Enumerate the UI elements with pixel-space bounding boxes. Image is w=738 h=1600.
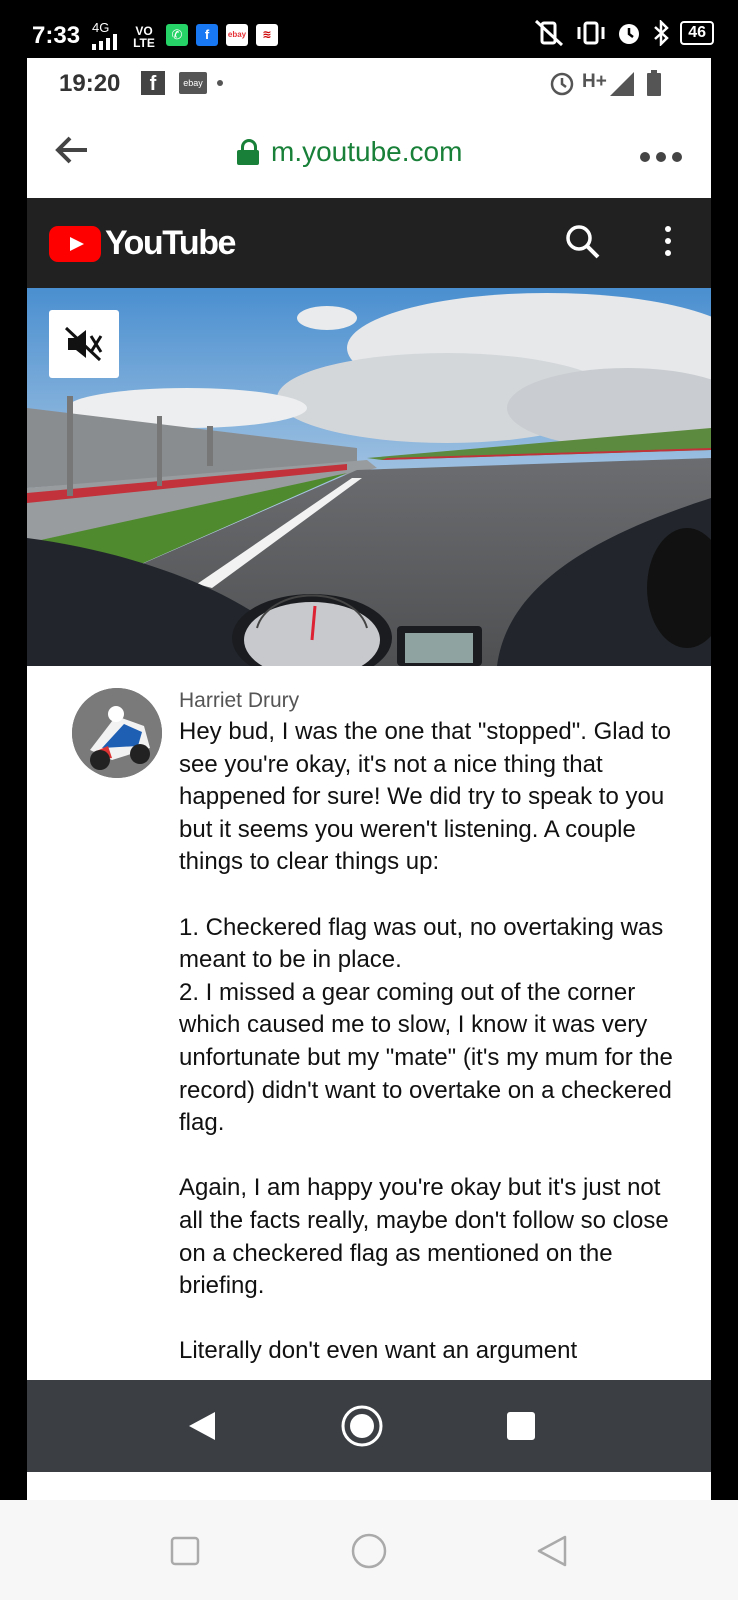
- back-arrow-icon[interactable]: [55, 134, 89, 172]
- motogp-icon: ≋: [256, 24, 278, 46]
- signal-icon: [92, 34, 117, 50]
- phone-navigation-bar: [0, 1500, 738, 1600]
- signal-icon: [610, 72, 634, 96]
- nav-home-icon[interactable]: [340, 1404, 384, 1448]
- ebay-icon: ebay: [226, 24, 248, 46]
- outer-status-time: 7:33: [32, 22, 81, 49]
- youtube-play-icon: [49, 225, 101, 262]
- inner-status-bar: 19:20 f ebay H+: [27, 58, 711, 108]
- ebay-icon: ebay: [179, 72, 207, 94]
- youtube-logo[interactable]: YouTube: [49, 224, 236, 263]
- inner-navigation-bar: [27, 1380, 711, 1472]
- inner-network-label: H+: [582, 71, 607, 92]
- address-field[interactable]: m.youtube.com: [237, 136, 462, 168]
- youtube-header: YouTube: [27, 198, 711, 288]
- browser-url-bar: m.youtube.com: [27, 108, 711, 199]
- battery-icon: 46: [680, 21, 714, 45]
- url-text: m.youtube.com: [271, 136, 463, 167]
- nav-back-icon[interactable]: [187, 1410, 217, 1442]
- vibrate-mute-icon: [535, 20, 564, 46]
- nav-recents-icon[interactable]: [506, 1411, 536, 1441]
- outer-status-bar: 7:33 4G VO LTE ✆ f ebay ≋ 46: [0, 0, 738, 58]
- more-vert-icon[interactable]: [665, 226, 671, 262]
- facebook-icon: f: [196, 24, 218, 46]
- volume-off-icon: [64, 326, 103, 362]
- notification-dot-icon: [217, 80, 223, 86]
- facebook-icon: f: [141, 71, 165, 95]
- unmute-button[interactable]: [49, 310, 119, 378]
- search-icon[interactable]: [565, 224, 601, 265]
- avatar[interactable]: [72, 688, 162, 778]
- comment-thread-item: Harriet Drury Hey bud, I was the one tha…: [27, 666, 711, 1438]
- nav-home-icon[interactable]: [350, 1532, 388, 1570]
- bluetooth-icon: [654, 20, 670, 46]
- volte-label: VO LTE: [133, 24, 155, 50]
- battery-icon: [647, 70, 661, 96]
- nav-recents-icon[interactable]: [170, 1536, 200, 1566]
- vibrate-icon: [577, 21, 605, 45]
- video-player[interactable]: [27, 288, 711, 666]
- comment-text: Hey bud, I was the one that "stopped". G…: [179, 718, 673, 1365]
- more-options-icon[interactable]: [639, 138, 683, 170]
- lock-icon: [237, 139, 259, 165]
- video-frame: [27, 288, 711, 666]
- alarm-icon: [550, 72, 574, 96]
- alarm-icon: [619, 24, 640, 44]
- outer-network-label: 4G: [92, 20, 110, 35]
- youtube-logo-text: YouTube: [105, 224, 236, 262]
- avatar-image: [72, 688, 162, 778]
- comment-author[interactable]: Harriet Drury: [179, 689, 299, 713]
- nav-back-icon[interactable]: [536, 1534, 568, 1568]
- inner-status-time: 19:20: [59, 70, 121, 97]
- whatsapp-icon: ✆: [166, 24, 188, 46]
- inner-screenshot: 19:20 f ebay H+ m.youtube.com YouTube Ha…: [27, 58, 711, 1500]
